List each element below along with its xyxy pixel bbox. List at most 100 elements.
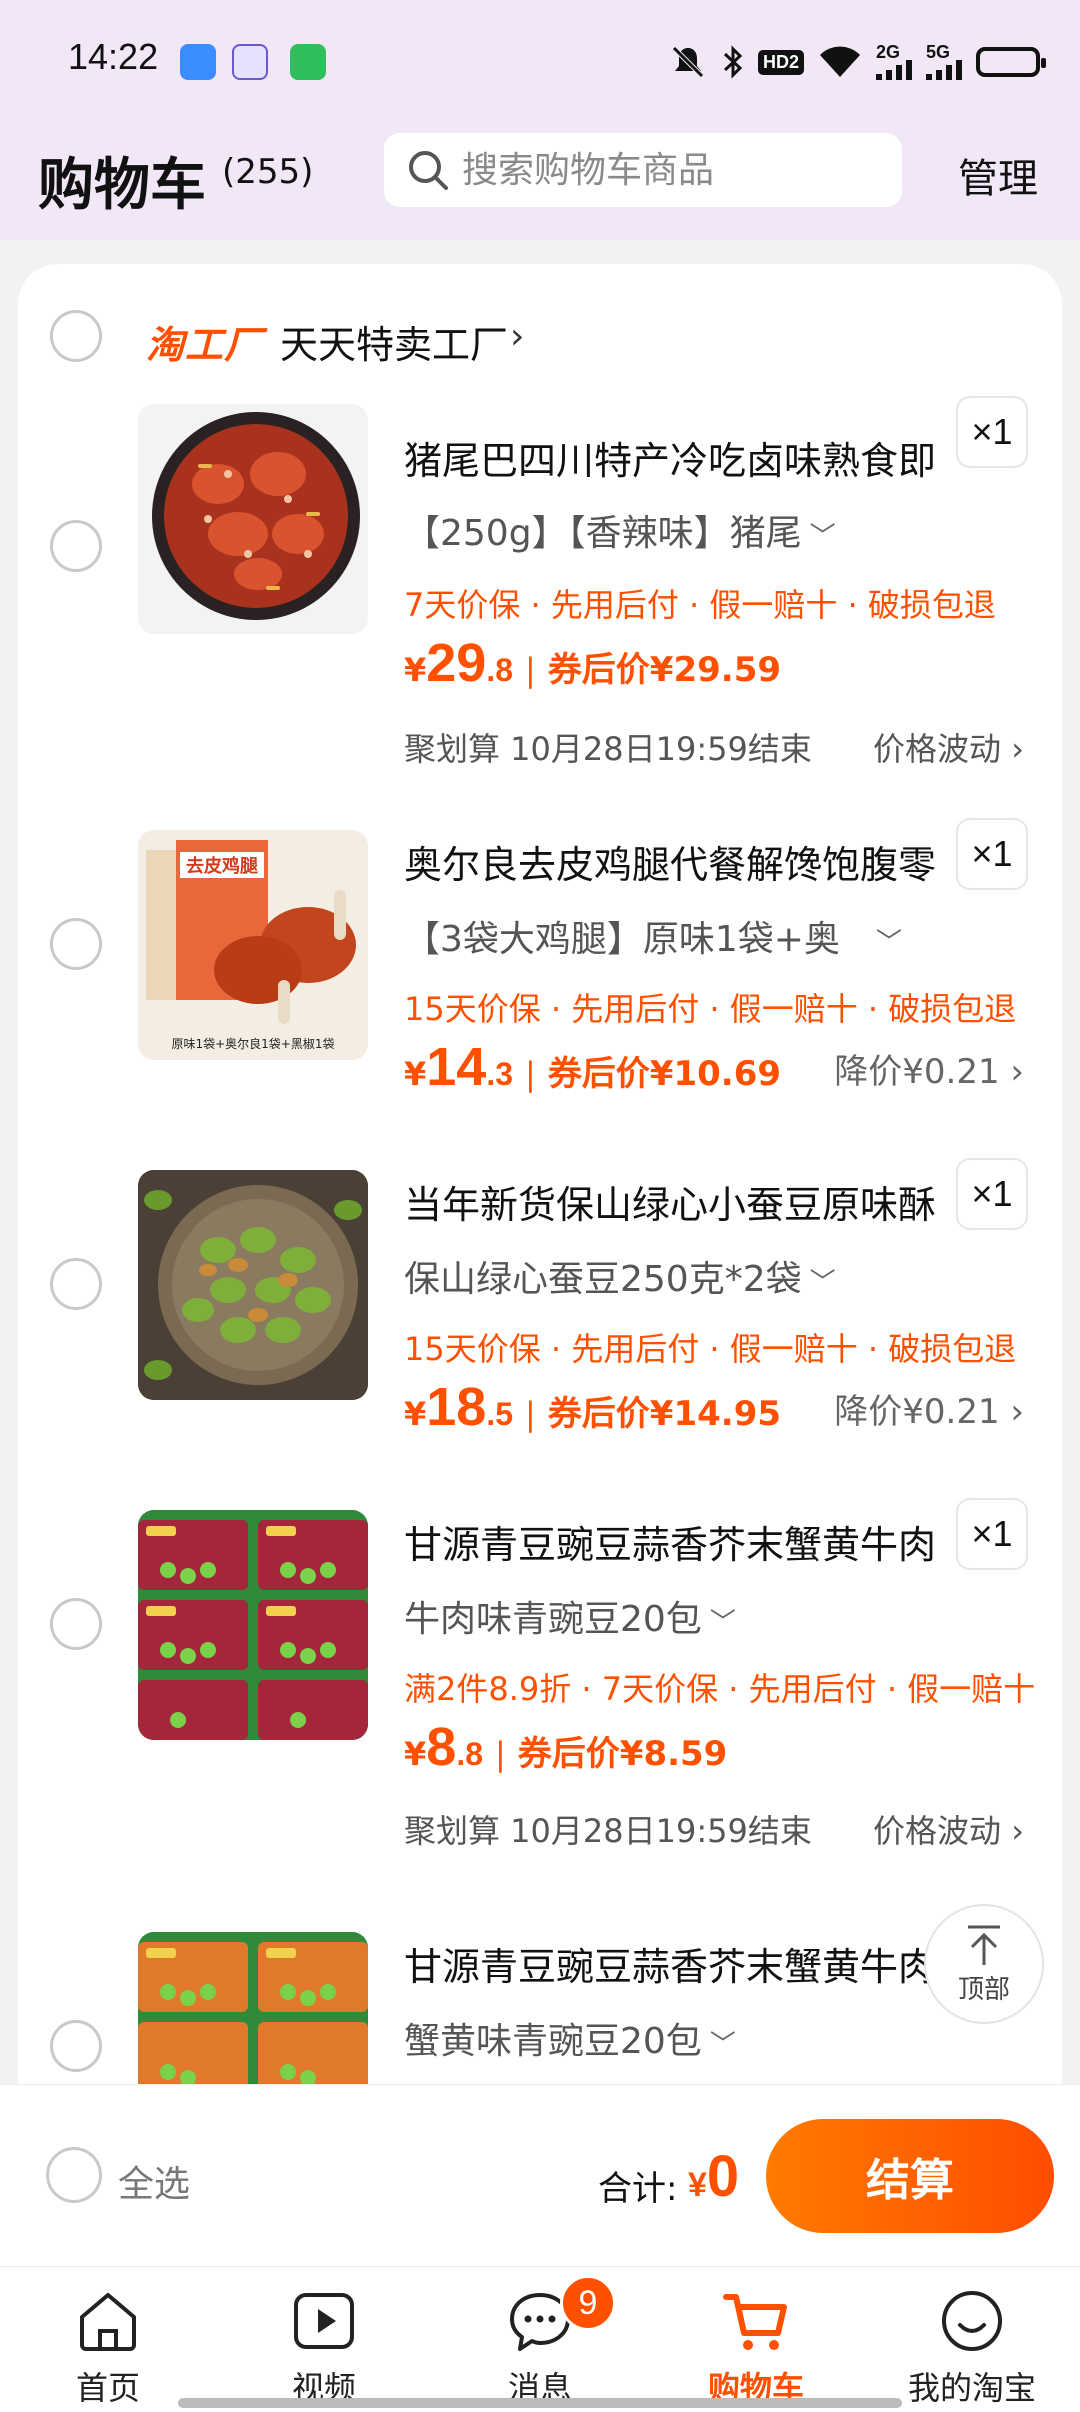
price-trend-link[interactable]: 价格波动 ›: [873, 1806, 1024, 1852]
price-trend-link[interactable]: 价格波动 ›: [873, 724, 1024, 770]
product-title[interactable]: 当年新货保山绿心小蚕豆原味酥: [404, 1174, 944, 1229]
manage-button[interactable]: 管理: [958, 146, 1038, 204]
item-select-radio[interactable]: [50, 918, 102, 970]
chevron-down-icon: ﹀: [875, 928, 902, 958]
select-all-label[interactable]: 全选: [118, 2155, 190, 2207]
arrow-up-icon: [968, 1925, 1000, 1965]
product-image[interactable]: 去皮鸡腿 原味1袋+奥尔良1袋+黑椒1袋: [138, 830, 368, 1060]
product-variant[interactable]: 牛肉味青豌豆20包 ﹀: [404, 1590, 736, 1642]
price-integer: 8: [426, 1717, 457, 1777]
message-badge: 9: [560, 2275, 616, 2331]
price-decimal: .5: [486, 1396, 514, 1432]
price-row: ¥ 18 .5 | 券后价¥14.95: [404, 1376, 781, 1438]
price-drop-link[interactable]: 降价¥0.21 ›: [834, 1384, 1024, 1433]
checkout-button[interactable]: 结算: [766, 2119, 1054, 2233]
status-bar: 14:22 HD2 2G 5G: [0, 0, 1080, 125]
search-box[interactable]: [384, 133, 902, 207]
search-input[interactable]: [462, 149, 882, 191]
thumb-caption-text: 原味1袋+奥尔良1袋+黑椒1袋: [171, 1036, 334, 1051]
tab-video[interactable]: 视频: [216, 2267, 432, 2412]
select-all-radio[interactable]: [46, 2147, 102, 2203]
product-image[interactable]: [138, 1932, 368, 2084]
total-label: 合计:: [598, 2169, 678, 2209]
product-title[interactable]: 甘源青豆豌豆蒜香芥末蟹黄牛肉: [404, 1936, 944, 1991]
quantity-button[interactable]: ×1: [956, 1498, 1028, 1570]
price-integer: 29: [426, 633, 487, 693]
signal-2g-icon: 2G: [876, 43, 912, 80]
currency-symbol: ¥: [404, 1395, 427, 1433]
mute-icon: [668, 44, 708, 80]
product-title[interactable]: 猪尾巴四川特产冷吃卤味熟食即: [404, 430, 944, 485]
product-variant[interactable]: 蟹黄味青豌豆20包 ﹀: [404, 2012, 736, 2064]
product-variant[interactable]: 【250g】【香辣味】猪尾 ﹀: [404, 504, 836, 556]
back-to-top-label: 顶部: [957, 1974, 1010, 2005]
bluetooth-icon: [722, 44, 744, 80]
product-title[interactable]: 甘源青豆豌豆蒜香芥末蟹黄牛肉: [404, 1514, 944, 1569]
item-select-radio[interactable]: [50, 1258, 102, 1310]
hd-icon: HD2: [757, 44, 804, 80]
service-tags: 15天价保 · 先用后付 · 假一赔十 · 破损包退: [404, 1330, 1017, 1368]
status-time: 14:22: [68, 36, 159, 77]
price-row: ¥ 29 .8 | 券后价¥29.59: [404, 632, 781, 694]
bottom-tab-bar: 首页 视频 9 消息 购物车 我的淘宝: [0, 2266, 1080, 2412]
currency-symbol: ¥: [404, 1735, 427, 1773]
variant-label: 【250g】【香辣味】猪尾: [404, 513, 802, 554]
item-select-radio[interactable]: [50, 1598, 102, 1650]
price-integer: 18: [426, 1377, 487, 1437]
battery-icon: [976, 44, 1046, 80]
coupon-price: 券后价¥8.59: [517, 1734, 728, 1774]
home-icon: [80, 2293, 136, 2351]
search-icon: [409, 151, 448, 190]
item-select-radio[interactable]: [50, 2020, 102, 2072]
currency-symbol: ¥: [404, 651, 427, 689]
video-icon: [294, 2293, 354, 2349]
product-image[interactable]: [138, 1510, 368, 1740]
chevron-down-icon: ﹀: [809, 522, 836, 552]
price-drop-link[interactable]: 降价¥0.21 ›: [834, 1044, 1024, 1093]
quantity-button[interactable]: ×1: [956, 396, 1028, 468]
service-tags: 15天价保 · 先用后付 · 假一赔十 · 破损包退: [404, 990, 1017, 1028]
promo-text: 聚划算 10月28日19:59结束: [404, 1812, 812, 1850]
quantity-button[interactable]: ×1: [956, 1158, 1028, 1230]
chevron-down-icon: ﹀: [709, 1608, 736, 1638]
tab-profile[interactable]: 我的淘宝: [864, 2267, 1080, 2412]
price-decimal: .3: [486, 1056, 514, 1092]
product-image[interactable]: [138, 1170, 368, 1400]
product-variant[interactable]: 【3袋大鸡腿】原味1袋+奥 ﹀: [404, 910, 902, 962]
shop-logo: 淘工厂: [146, 323, 264, 367]
price-decimal: .8: [456, 1736, 483, 1772]
product-title[interactable]: 奥尔良去皮鸡腿代餐解馋饱腹零: [404, 834, 944, 889]
home-indicator[interactable]: [178, 2398, 902, 2408]
app-notification-icon: [232, 44, 268, 80]
price-separator: |: [525, 1055, 536, 1093]
price-decimal: .8: [486, 652, 514, 688]
item-select-radio[interactable]: [50, 520, 102, 572]
chevron-right-icon[interactable]: ›: [510, 316, 524, 357]
variant-label: 【3袋大鸡腿】原味1袋+奥: [404, 919, 840, 960]
price-separator: |: [525, 651, 536, 689]
back-to-top-button[interactable]: 顶部: [924, 1904, 1044, 2024]
quantity-button[interactable]: ×1: [956, 818, 1028, 890]
cart-count: (255): [222, 152, 314, 192]
variant-label: 保山绿心蚕豆250克*2袋: [404, 1259, 802, 1300]
coupon-price: 券后价¥14.95: [547, 1394, 782, 1434]
coupon-price: 券后价¥29.59: [547, 650, 782, 690]
profile-icon: [942, 2291, 1002, 2351]
top-area: 14:22 HD2 2G 5G 购物车 (255) 搜索购物车商品 管理: [0, 0, 1080, 240]
product-image[interactable]: [138, 404, 368, 634]
status-icons: HD2 2G 5G: [668, 42, 1046, 82]
cart-icon: [723, 2294, 787, 2350]
product-variant[interactable]: 保山绿心蚕豆250克*2袋 ﹀: [404, 1250, 836, 1302]
upload-notification-icon: [290, 44, 326, 80]
shop-name[interactable]: 天天特卖工厂: [280, 314, 508, 369]
tab-cart[interactable]: 购物车: [648, 2267, 864, 2412]
shop-select-radio[interactable]: [50, 310, 102, 362]
wifi-icon: [818, 44, 862, 80]
page-title: 购物车: [38, 153, 206, 218]
service-tags: 7天价保 · 先用后付 · 假一赔十 · 破损包退: [404, 586, 996, 624]
tab-messages[interactable]: 9 消息: [432, 2267, 648, 2412]
variant-label: 蟹黄味青豌豆20包: [404, 2021, 702, 2062]
thumb-package-text: 去皮鸡腿: [186, 855, 258, 877]
price-row: ¥ 14 .3 | 券后价¥10.69: [404, 1036, 781, 1098]
tab-home[interactable]: 首页: [0, 2267, 216, 2412]
